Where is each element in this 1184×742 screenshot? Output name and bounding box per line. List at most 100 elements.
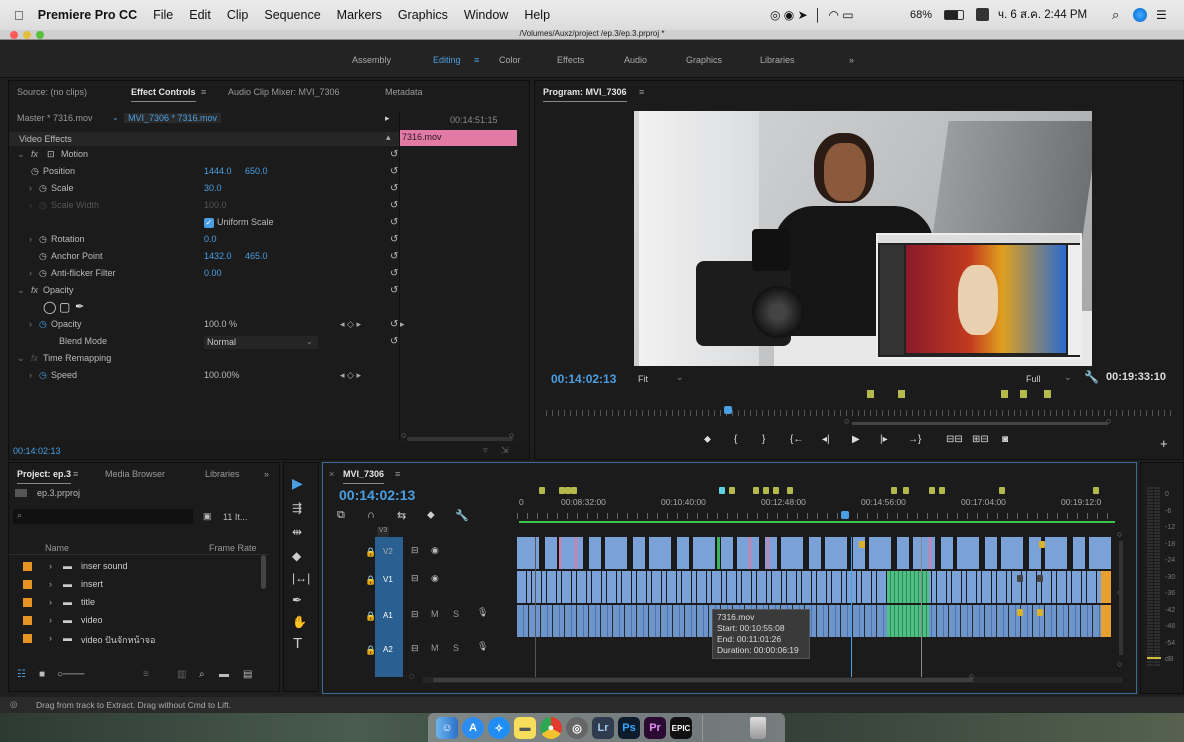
tab-menu-icon[interactable]: ≡	[73, 469, 78, 479]
icon-view-icon[interactable]: ■	[39, 669, 45, 680]
timeline-ruler[interactable]: 0 00:08:32:00 00:10:40:00 00:12:48:00 00…	[515, 483, 1125, 535]
marker[interactable]	[1093, 487, 1099, 494]
collapse-up-icon[interactable]: ▴	[386, 132, 391, 143]
slip-tool-icon[interactable]: |↔|	[292, 571, 310, 585]
row-anti-flicker[interactable]: › ◷ Anti-flicker Filter 0.00 ↺	[9, 268, 398, 285]
playhead[interactable]	[724, 406, 732, 414]
stopwatch-icon[interactable]: ◷	[39, 319, 47, 330]
tab-menu-icon[interactable]: ≡	[639, 87, 644, 97]
label-color-icon[interactable]	[23, 616, 32, 625]
row-scale[interactable]: › ◷ Scale 30.0 ↺	[9, 183, 398, 200]
col-frame-rate[interactable]: Frame Rate	[209, 543, 257, 553]
chevron-down-icon[interactable]: ⌄	[112, 113, 119, 122]
keyframe-arrow-icon[interactable]: ▸	[400, 319, 405, 330]
nest-icon[interactable]: ⧉	[337, 509, 345, 522]
expand-chevron-icon[interactable]: ›	[49, 597, 52, 607]
anti-flicker-value[interactable]: 0.00	[204, 268, 222, 278]
position-x-value[interactable]: 1444.0	[204, 166, 232, 176]
list-view-icon[interactable]: ☷	[17, 669, 26, 680]
app-menu[interactable]: Premiere Pro CC	[38, 8, 137, 22]
workspace-color[interactable]: Color	[499, 55, 521, 65]
reset-icon[interactable]: ↺	[390, 183, 398, 194]
lock-icon[interactable]: 🔒	[365, 575, 376, 586]
extract-icon[interactable]: ⊞⊟	[972, 434, 989, 445]
automate-icon[interactable]: ▥	[177, 669, 186, 680]
new-bin-icon[interactable]: ▬	[219, 669, 229, 680]
marker[interactable]	[867, 390, 874, 398]
marker[interactable]	[903, 487, 909, 494]
track-label-v3[interactable]: V3	[377, 527, 389, 537]
keyframe-nav-icon[interactable]: ◂ ◇ ▸	[340, 319, 361, 330]
marker[interactable]	[539, 487, 545, 494]
safari-icon[interactable]: ✧	[488, 717, 510, 739]
expand-chevron-icon[interactable]: ›	[29, 268, 32, 278]
tab-sequence[interactable]: MVI_7306	[343, 469, 385, 484]
workspace-menu-icon[interactable]: ≡	[474, 55, 479, 65]
clock[interactable]: ч. 6 ส.ค. 2:44 PM	[998, 6, 1087, 24]
marker[interactable]	[1020, 390, 1027, 398]
clip-fx-badge[interactable]	[859, 541, 865, 548]
marker[interactable]	[929, 487, 935, 494]
program-timecode[interactable]: 00:14:02:13	[551, 372, 616, 386]
zoom-handle-icon[interactable]: ○	[509, 430, 514, 440]
lightroom-icon[interactable]: Lr	[592, 717, 614, 739]
stopwatch-icon[interactable]: ◷	[39, 234, 47, 245]
expand-chevron-icon[interactable]: ⌄	[17, 149, 25, 160]
label-color-icon[interactable]	[23, 562, 32, 571]
add-marker-icon[interactable]: ⬥	[427, 509, 435, 522]
video-clip-v2[interactable]	[517, 537, 1113, 569]
list-item[interactable]: › ▬ video ปันจักหน้าจอ	[9, 630, 269, 648]
play-only-icon[interactable]: ▸	[385, 113, 390, 124]
finder-icon[interactable]: ☺	[436, 717, 458, 739]
track-label-a1[interactable]: A1	[383, 611, 393, 620]
reset-icon[interactable]: ↺	[390, 234, 398, 245]
pen-mask-icon[interactable]: ✒	[75, 300, 84, 313]
go-to-out-icon[interactable]: →}	[908, 434, 921, 445]
marker[interactable]	[898, 390, 905, 398]
clip-fx-badge[interactable]	[1039, 541, 1045, 548]
marker[interactable]	[891, 487, 897, 494]
zoom-slider-icon[interactable]: ○───	[57, 669, 84, 680]
reset-icon[interactable]: ↺	[390, 319, 398, 330]
green-audio-clip[interactable]	[887, 605, 929, 637]
expand-chevron-icon[interactable]: ›	[29, 370, 32, 380]
row-opacity[interactable]: › ◷ Opacity 100.0 % ◂ ◇ ▸ ↺ ▸	[9, 319, 405, 336]
marker[interactable]	[719, 487, 725, 494]
razor-tool-icon[interactable]: ◆	[292, 549, 301, 563]
filter-icon[interactable]: ▿	[483, 445, 488, 456]
program-ruler[interactable]	[546, 410, 1174, 416]
tab-menu-icon[interactable]: ≡	[395, 469, 400, 479]
zoom-handle-icon[interactable]: ◌	[409, 671, 414, 681]
list-item[interactable]: › ▬ video	[9, 612, 269, 630]
row-anchor-point[interactable]: ◷ Anchor Point 1432.0 465.0 ↺	[9, 251, 398, 268]
row-motion[interactable]: ⌄ fx ⊡ Motion ↺	[9, 149, 398, 166]
workspace-editing[interactable]: Editing	[433, 55, 461, 65]
lift-icon[interactable]: ⊟⊟	[946, 434, 963, 445]
close-icon[interactable]: ×	[329, 469, 334, 479]
export-icon[interactable]: ⇲	[501, 445, 509, 456]
keyboard-icon[interactable]	[976, 8, 989, 21]
clip-fx-badge[interactable]	[1037, 575, 1043, 582]
stopwatch-icon[interactable]: ◷	[39, 370, 47, 381]
mark-in-icon[interactable]: {	[734, 434, 737, 445]
sequence-clip[interactable]: MVI_7306 * 7316.mov	[124, 113, 222, 123]
pink-clip[interactable]	[559, 537, 561, 569]
project-search-input[interactable]: ⌕	[13, 509, 193, 524]
program-video-frame[interactable]	[634, 111, 1092, 366]
step-forward-icon[interactable]: |▸	[880, 434, 888, 445]
premiere-icon[interactable]: Pr	[644, 717, 666, 739]
notification-icon[interactable]: ☰	[1156, 8, 1167, 22]
project-scrollbar[interactable]	[261, 555, 266, 589]
blend-mode-select[interactable]: Normal	[204, 336, 318, 349]
tab-audio-clip-mixer[interactable]: Audio Clip Mixer: MVI_7306	[228, 87, 340, 97]
pink-clip[interactable]	[767, 537, 769, 569]
workspace-graphics[interactable]: Graphics	[686, 55, 722, 65]
marker[interactable]	[773, 487, 779, 494]
clip-fx-badge[interactable]	[1037, 609, 1043, 616]
menu-help[interactable]: Help	[524, 8, 550, 22]
label-color-icon[interactable]	[23, 580, 32, 589]
go-to-in-icon[interactable]: {←	[790, 434, 803, 445]
siri-icon[interactable]	[1133, 8, 1147, 22]
reset-icon[interactable]: ↺	[390, 285, 398, 296]
ec-zoom-scrollbar[interactable]	[407, 437, 513, 441]
